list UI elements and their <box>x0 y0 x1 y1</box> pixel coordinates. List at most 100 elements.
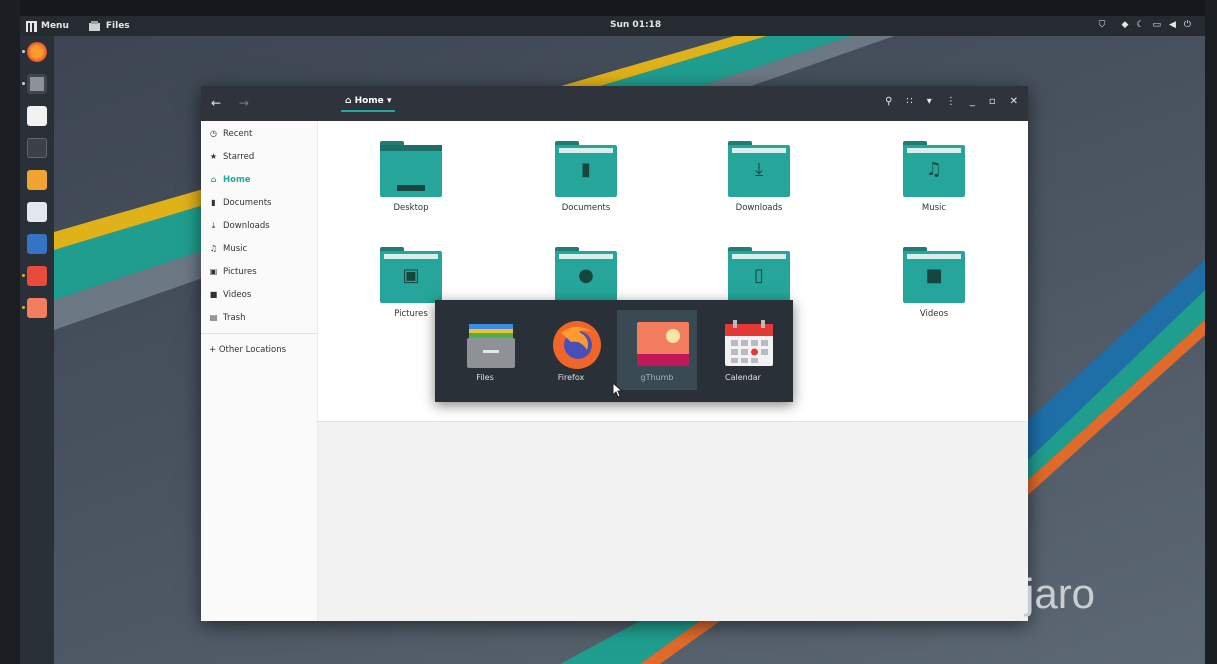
power-icon[interactable]: ⏻ <box>1184 20 1191 30</box>
minimize-icon[interactable]: _ <box>970 96 975 107</box>
sidebar-item-label: Music <box>223 243 248 254</box>
folder-icon: ▣ <box>380 247 442 303</box>
folder-label: Music <box>921 203 947 213</box>
sidebar-item-documents[interactable]: ▮ Documents <box>201 191 317 214</box>
view-options-icon[interactable]: ▾ <box>927 96 932 107</box>
sidebar-item-label: Recent <box>223 128 253 139</box>
video-icon: ■ <box>209 290 218 299</box>
folder-desktop[interactable]: Desktop <box>351 141 471 213</box>
star-icon: ★ <box>209 152 218 161</box>
switcher-label: Files <box>476 373 494 382</box>
folder-downloads[interactable]: ⤓ Downloads <box>699 141 819 213</box>
sidebar-item-label: Home <box>223 174 251 185</box>
trash-icon: ▤ <box>209 313 218 322</box>
downloads-icon[interactable] <box>27 170 47 190</box>
files-icon[interactable] <box>27 74 47 94</box>
manjaro-logo-icon <box>26 20 37 32</box>
switcher-item-gthumb[interactable]: gThumb <box>617 310 697 390</box>
clock-icon: ◷ <box>210 129 217 138</box>
switcher-label: Calendar <box>725 373 761 382</box>
sidebar-item-recent[interactable]: ◷ Recent <box>201 122 317 145</box>
folder-icon: ■ <box>903 247 965 303</box>
music-icon: ♫ <box>925 159 943 180</box>
switcher-label: gThumb <box>640 373 674 382</box>
picture-icon: ▣ <box>402 265 420 286</box>
folder-documents[interactable]: ▮ Documents <box>526 141 646 213</box>
sidebar: ◷ Recent ★ Starred ⌂ Home ▮ Documents ⤓ Downl… <box>201 121 318 621</box>
sidebar-item-label: Trash <box>223 312 246 323</box>
switcher-item-firefox[interactable]: Firefox <box>531 310 611 390</box>
sidebar-item-label: Downloads <box>223 220 270 231</box>
calendar-app-icon <box>725 320 773 366</box>
close-icon[interactable]: ✕ <box>1010 96 1018 107</box>
empty-area <box>318 421 1028 621</box>
folder-music[interactable]: ♫ Music <box>874 141 994 213</box>
divider <box>201 333 317 334</box>
clock[interactable]: Sun 01:18 <box>610 20 661 30</box>
sidebar-item-other-locations[interactable]: + Other Locations <box>201 338 317 361</box>
switcher-item-files[interactable]: Files <box>445 310 525 390</box>
search-icon[interactable]: ⚲ <box>885 96 892 107</box>
files-app-icon <box>467 324 515 368</box>
view-grid-icon[interactable]: ∷ <box>906 96 912 107</box>
firefox-app-icon <box>553 321 601 369</box>
sidebar-item-downloads[interactable]: ⤓ Downloads <box>201 214 317 237</box>
gthumb-app-icon <box>637 322 689 366</box>
display-icon[interactable]: ▭ <box>1152 20 1161 30</box>
sidebar-item-trash[interactable]: ▤ Trash <box>201 306 317 329</box>
active-app-label: Files <box>105 21 130 31</box>
menu-button[interactable]: Menu <box>26 20 69 32</box>
network-icon[interactable]: ◆ <box>1121 20 1128 30</box>
folder-icon: ▯ <box>728 247 790 303</box>
back-icon[interactable]: ← <box>211 96 221 110</box>
picture-icon: ▣ <box>209 267 218 276</box>
folder-label: Downloads <box>735 203 783 213</box>
shield-icon[interactable]: ⛉ <box>1099 20 1106 30</box>
sidebar-item-label: Pictures <box>223 266 257 277</box>
sidebar-item-label: Starred <box>223 151 255 162</box>
menu-dots-icon[interactable]: ⋮ <box>946 96 956 107</box>
document-icon: ▮ <box>211 198 216 207</box>
top-panel: Menu Files Sun 01:18 ⛉ ◆ ☾ ▭ ◀ ⏻ <box>20 16 1205 36</box>
folder-videos[interactable]: ■ Videos <box>874 247 994 319</box>
system-tray: ⛉ ◆ ☾ ▭ ◀ ⏻ <box>1099 20 1191 30</box>
search-app-icon[interactable] <box>27 202 47 222</box>
running-indicator <box>22 274 25 277</box>
sidebar-item-starred[interactable]: ★ Starred <box>201 145 317 168</box>
sidebar-item-videos[interactable]: ■ Videos <box>201 283 317 306</box>
distro-watermark: jaro <box>1025 570 1096 617</box>
forward-icon[interactable]: → <box>239 96 249 110</box>
switcher-label: Firefox <box>557 373 585 382</box>
sidebar-item-label: Documents <box>223 197 272 208</box>
folder-label: Videos <box>919 309 949 319</box>
header-bar: ← → ⌂ Home ▾ ⚲ ∷ ▾ ⋮ _ ▫ ✕ <box>201 86 1028 121</box>
folder-label: Desktop <box>393 203 429 213</box>
sidebar-item-home[interactable]: ⌂ Home <box>201 168 317 191</box>
music-icon: ♫ <box>209 244 218 253</box>
breadcrumb[interactable]: ⌂ Home ▾ <box>341 96 396 112</box>
download-icon: ⤓ <box>211 220 216 230</box>
running-indicator <box>22 306 25 309</box>
folder-icon: ● <box>555 247 617 303</box>
maximize-icon[interactable]: ▫ <box>989 96 996 107</box>
switcher-item-calendar[interactable]: Calendar <box>703 310 783 390</box>
sidebar-item-music[interactable]: ♫ Music <box>201 237 317 260</box>
chevron-down-icon: ▾ <box>386 96 392 106</box>
volume-icon[interactable]: ◀ <box>1169 20 1176 30</box>
calendar-icon[interactable] <box>27 266 47 286</box>
terminal-icon[interactable] <box>27 138 47 158</box>
running-indicator <box>22 82 25 85</box>
night-light-icon[interactable]: ☾ <box>1136 20 1144 30</box>
download-icon: ⤓ <box>755 159 763 180</box>
text-editor-icon[interactable] <box>27 106 47 126</box>
gthumb-icon[interactable] <box>27 298 47 318</box>
folder-icon: ▮ <box>555 141 617 197</box>
breadcrumb-label: Home <box>354 96 384 106</box>
video-icon: ■ <box>925 265 943 286</box>
active-app-button[interactable]: Files <box>88 21 130 31</box>
template-icon: ▯ <box>754 265 764 286</box>
sidebar-item-label: + Other Locations <box>209 344 287 355</box>
screenshot-icon[interactable] <box>27 234 47 254</box>
firefox-icon[interactable] <box>27 42 47 62</box>
sidebar-item-pictures[interactable]: ▣ Pictures <box>201 260 317 283</box>
